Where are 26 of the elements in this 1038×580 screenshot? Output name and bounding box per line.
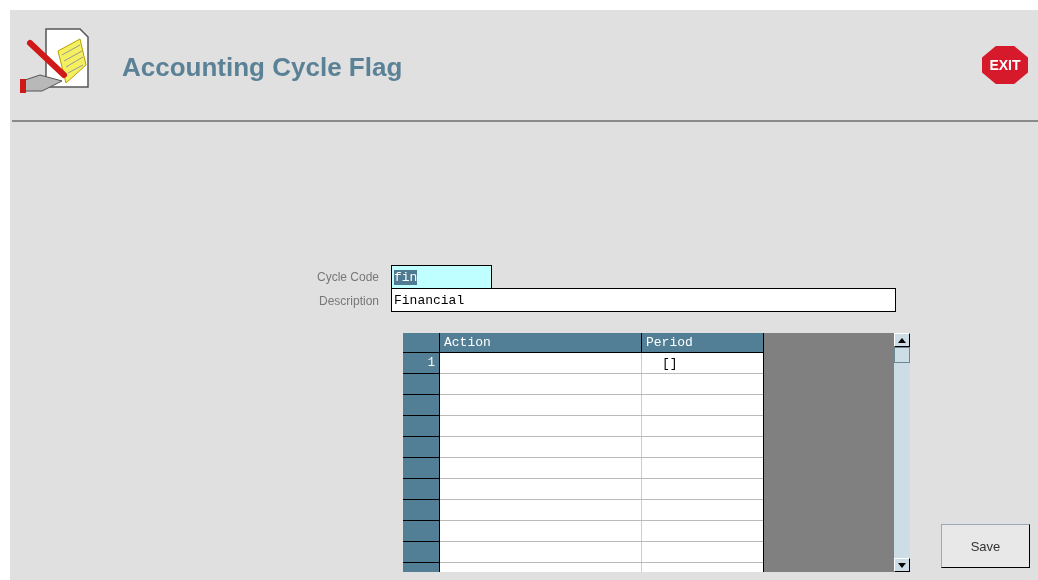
row-header[interactable]: 1 [403,353,440,374]
row-header[interactable] [403,416,440,437]
scroll-thumb[interactable] [894,347,910,363]
input-field[interactable]: fin [391,265,492,289]
input-field[interactable]: Financial [391,288,896,312]
row-header[interactable] [403,479,440,500]
exit-button[interactable]: EXIT [982,46,1028,84]
row-header[interactable] [403,458,440,479]
column-header[interactable]: Action [440,333,642,352]
field-label: Description [317,293,380,308]
vertical-scrollbar[interactable] [894,333,910,572]
row-header[interactable] [403,500,440,521]
scroll-up-button[interactable] [894,333,910,347]
page-title: Accounting Cycle Flag [122,51,403,83]
field-label: Cycle Code [315,270,380,284]
up-arrow-icon [898,337,906,343]
column-header[interactable]: Period [642,333,763,352]
row-header[interactable] [403,437,440,458]
table-cell: [] [642,353,763,373]
down-arrow-icon [898,562,906,568]
row-header[interactable] [403,395,440,416]
save-button[interactable]: Save [941,524,1030,568]
scroll-down-button[interactable] [894,558,910,572]
row-header[interactable] [403,542,440,563]
row-header[interactable] [403,374,440,395]
row-header[interactable] [403,521,440,542]
